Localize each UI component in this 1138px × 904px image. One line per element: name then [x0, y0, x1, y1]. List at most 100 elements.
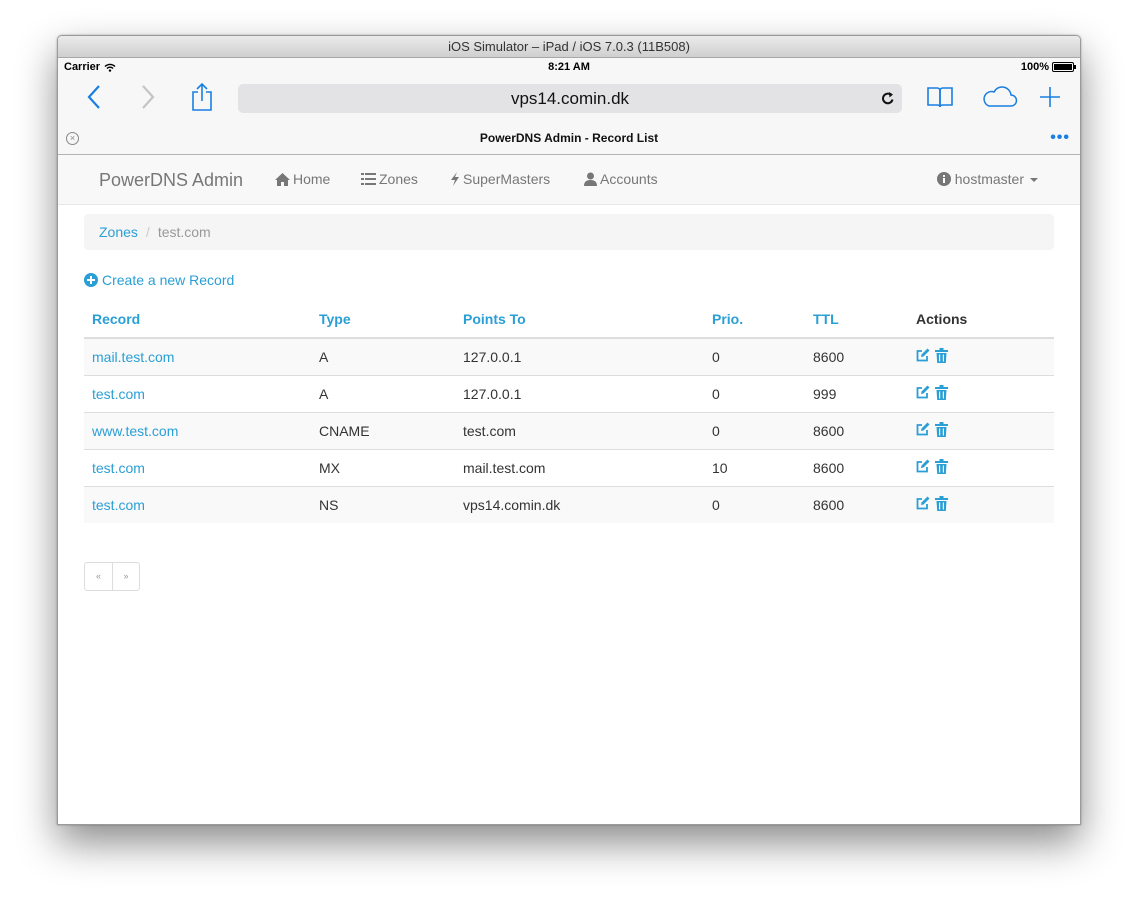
record-points-to: test.com [455, 411, 704, 449]
header-points-to[interactable]: Points To [455, 301, 704, 339]
brand[interactable]: PowerDNS Admin [99, 170, 243, 191]
record-prio: 0 [704, 337, 805, 375]
record-name-link[interactable]: www.test.com [84, 411, 311, 449]
table-row: www.test.com CNAME test.com 0 8600 [84, 411, 1054, 449]
record-type: MX [311, 448, 455, 486]
nav-home[interactable]: Home [275, 171, 330, 187]
pagination-next[interactable]: » [112, 563, 139, 590]
back-icon[interactable] [78, 81, 110, 113]
bookmarks-icon[interactable] [924, 81, 956, 113]
user-icon [584, 172, 597, 186]
records-table: Record Type Points To Prio. TTL Actions … [84, 301, 1054, 523]
header-actions: Actions [908, 301, 1054, 339]
record-actions [908, 448, 1054, 486]
breadcrumb: Zones / test.com [84, 214, 1054, 250]
header-prio[interactable]: Prio. [704, 301, 805, 339]
reload-icon[interactable] [881, 84, 895, 113]
browser-toolbar: vps14.comin.dk [58, 75, 1080, 123]
record-ttl: 999 [805, 374, 908, 412]
record-prio: 0 [704, 374, 805, 412]
record-type: CNAME [311, 411, 455, 449]
edit-icon[interactable] [916, 422, 930, 439]
tab-bar: × PowerDNS Admin - Record List ••• [58, 123, 1080, 155]
record-ttl: 8600 [805, 337, 908, 375]
table-row: test.com MX mail.test.com 10 8600 [84, 448, 1054, 486]
record-type: A [311, 337, 455, 375]
header-record[interactable]: Record [84, 301, 311, 339]
table-row: test.com NS vps14.comin.dk 0 8600 [84, 485, 1054, 523]
battery: 100% [1020, 61, 1076, 73]
user-name: hostmaster [954, 171, 1024, 187]
record-ttl: 8600 [805, 448, 908, 486]
record-name-link[interactable]: test.com [84, 374, 311, 412]
forward-icon[interactable] [132, 81, 164, 113]
breadcrumb-current: test.com [157, 224, 211, 240]
clock: 8:21 AM [548, 61, 590, 73]
header-type[interactable]: Type [311, 301, 455, 339]
edit-icon[interactable] [916, 459, 930, 476]
simulator-window: iOS Simulator – iPad / iOS 7.0.3 (11B508… [57, 35, 1081, 825]
record-name-link[interactable]: test.com [84, 485, 311, 523]
create-record-link[interactable]: Create a new Record [84, 272, 234, 288]
status-bar: Carrier 8:21 AM 100% [58, 58, 1080, 75]
nav-home-label: Home [293, 171, 331, 187]
url-text: vps14.comin.dk [510, 89, 630, 108]
record-points-to: mail.test.com [455, 448, 704, 486]
table-row: mail.test.com A 127.0.0.1 0 8600 [84, 337, 1054, 375]
record-ttl: 8600 [805, 485, 908, 523]
battery-label: 100% [1020, 61, 1049, 73]
app-navbar: PowerDNS Admin Home Zones SuperMasters A… [58, 155, 1080, 205]
record-name-link[interactable]: test.com [84, 448, 311, 486]
trash-icon[interactable] [935, 384, 948, 403]
cloud-icon[interactable] [978, 81, 1020, 113]
header-ttl[interactable]: TTL [805, 301, 908, 339]
trash-icon[interactable] [935, 347, 948, 366]
record-prio: 0 [704, 485, 805, 523]
nav-zones-label: Zones [379, 171, 418, 187]
nav-supermasters-label: SuperMasters [463, 171, 551, 187]
record-actions [908, 485, 1054, 523]
record-name-link[interactable]: mail.test.com [84, 337, 311, 375]
edit-icon[interactable] [916, 348, 930, 365]
record-points-to: 127.0.0.1 [455, 374, 704, 412]
nav-supermasters[interactable]: SuperMasters [450, 171, 550, 187]
trash-icon[interactable] [935, 421, 948, 440]
caret-down-icon [1030, 178, 1038, 182]
record-points-to: 127.0.0.1 [455, 337, 704, 375]
tab-title: PowerDNS Admin - Record List [479, 131, 659, 145]
record-points-to: vps14.comin.dk [455, 485, 704, 523]
nav-accounts[interactable]: Accounts [584, 171, 658, 187]
trash-icon[interactable] [935, 458, 948, 477]
breadcrumb-zones[interactable]: Zones [99, 224, 138, 240]
nav-zones[interactable]: Zones [361, 171, 418, 187]
table-row: test.com A 127.0.0.1 0 999 [84, 374, 1054, 412]
nav-accounts-label: Accounts [600, 171, 658, 187]
table-header-row: Record Type Points To Prio. TTL Actions [84, 301, 1054, 339]
edit-icon[interactable] [916, 496, 930, 513]
user-menu[interactable]: hostmaster [936, 171, 1038, 187]
record-type: A [311, 374, 455, 412]
record-actions [908, 337, 1054, 375]
record-actions [908, 411, 1054, 449]
battery-icon [1052, 62, 1076, 72]
breadcrumb-separator: / [145, 224, 150, 240]
bolt-icon [451, 172, 459, 186]
trash-icon[interactable] [935, 495, 948, 514]
new-tab-icon[interactable] [1034, 81, 1066, 113]
record-ttl: 8600 [805, 411, 908, 449]
record-actions [908, 374, 1054, 412]
plus-circle-icon [84, 273, 98, 287]
share-icon[interactable] [186, 81, 218, 113]
record-prio: 0 [704, 411, 805, 449]
info-icon [936, 172, 951, 186]
more-icon[interactable]: ••• [1050, 129, 1070, 147]
record-type: NS [311, 485, 455, 523]
pagination-prev[interactable]: « [85, 563, 112, 590]
simulator-title: iOS Simulator – iPad / iOS 7.0.3 (11B508… [58, 36, 1080, 58]
edit-icon[interactable] [916, 385, 930, 402]
pagination: « » [84, 562, 140, 591]
create-record-label: Create a new Record [102, 272, 235, 288]
address-bar[interactable]: vps14.comin.dk [238, 84, 902, 113]
list-icon [361, 173, 376, 185]
record-prio: 10 [704, 448, 805, 486]
